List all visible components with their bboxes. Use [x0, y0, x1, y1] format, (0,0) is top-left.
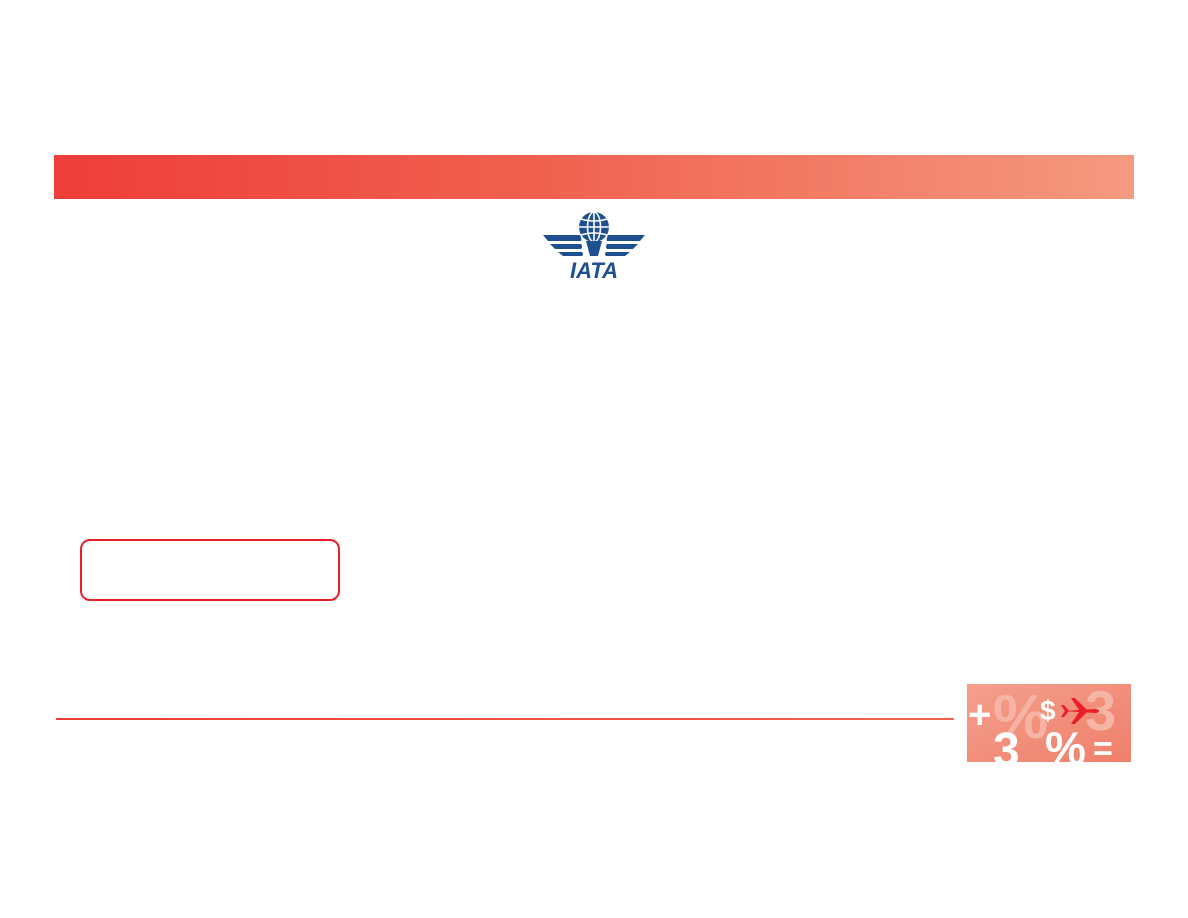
footer-badge: % 3 + $ 3 % = — [967, 684, 1131, 762]
slide: IATA % 3 + $ 3 % = — [0, 0, 1188, 918]
footer-rule — [56, 716, 954, 722]
svg-text:+: + — [968, 693, 991, 737]
finance-symbols-plane-icon: % 3 + $ 3 % = — [967, 684, 1131, 762]
iata-logo: IATA — [540, 208, 648, 282]
iata-globe-wings-icon: IATA — [543, 211, 645, 282]
title-band — [54, 155, 1134, 199]
svg-text:3: 3 — [993, 724, 1020, 762]
iata-wordmark: IATA — [570, 258, 618, 282]
callout-box — [80, 539, 340, 601]
svg-text:%: % — [1045, 722, 1086, 762]
svg-text:=: = — [1093, 730, 1113, 762]
